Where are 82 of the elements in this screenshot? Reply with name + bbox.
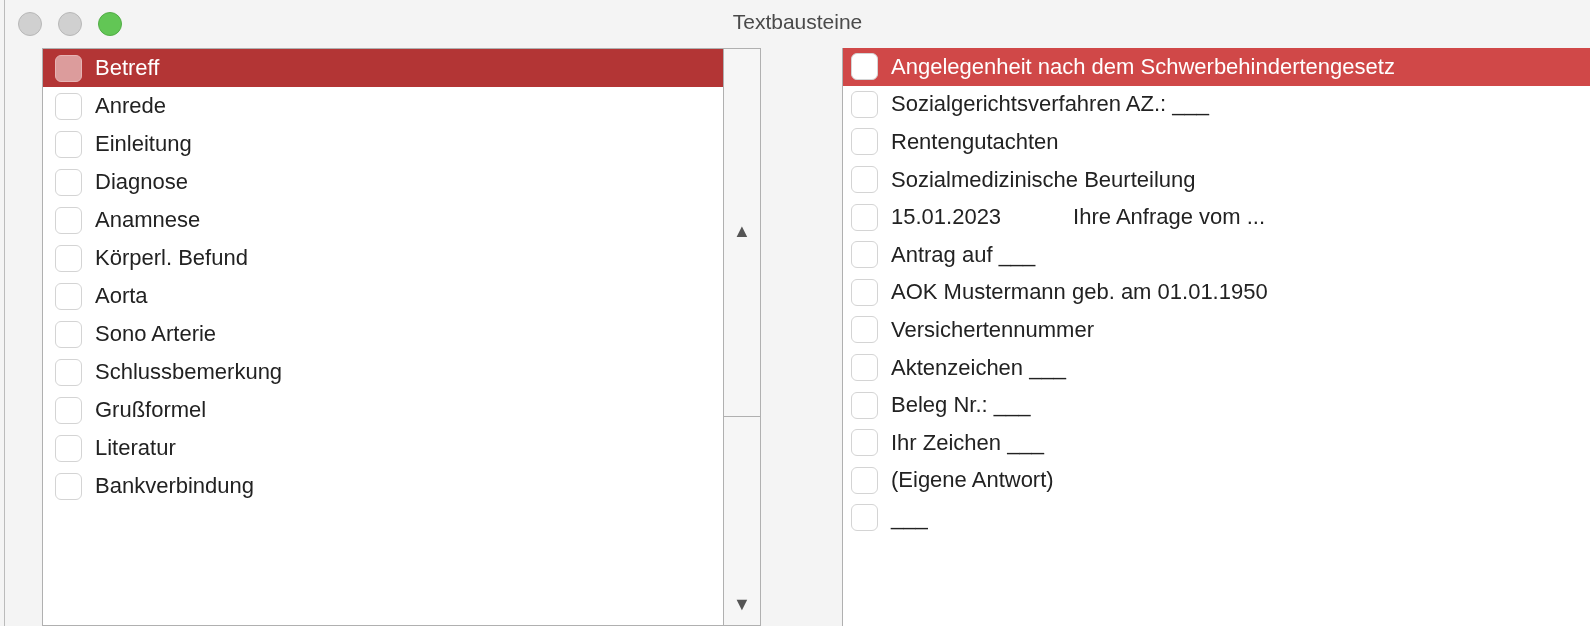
list-item[interactable]: 15.01.2023 Ihre Anfrage vom ... (843, 198, 1590, 236)
item-label: Körperl. Befund (95, 245, 248, 271)
list-item[interactable]: Beleg Nr.: ___ (843, 386, 1590, 424)
item-label: Anrede (95, 93, 166, 119)
list-item[interactable]: Aktenzeichen ___ (843, 348, 1590, 387)
checkbox[interactable] (55, 358, 82, 386)
checkbox[interactable] (55, 396, 82, 424)
item-label: Schlussbemerkung (95, 359, 283, 385)
checkbox[interactable] (851, 128, 878, 156)
item-label: Versichertennummer (891, 316, 1094, 343)
item-label: Diagnose (95, 169, 188, 195)
scroll-down-button[interactable]: ▼ (733, 595, 751, 613)
list-item[interactable]: Aorta (43, 277, 723, 315)
item-label: Sozialmedizinische Beurteilung (891, 166, 1196, 193)
checkbox[interactable] (55, 282, 82, 310)
list-item[interactable]: Rentengutachten (843, 123, 1590, 161)
list-item[interactable]: Antrag auf ___ (843, 235, 1590, 274)
item-label: (Eigene Antwort) (891, 467, 1054, 494)
checkbox[interactable] (55, 92, 82, 120)
checkbox[interactable] (55, 472, 82, 500)
list-item[interactable]: Angelegenheit nach dem Schwerbehindertengesetz (843, 48, 1590, 86)
list-item[interactable]: Ihr Zeichen ___ (843, 423, 1590, 462)
list-item[interactable]: Versichertennummer (843, 311, 1590, 349)
list-item[interactable]: Literatur (43, 429, 723, 467)
checkbox[interactable] (851, 504, 878, 532)
checkbox[interactable] (55, 130, 82, 158)
item-label: ___ (891, 504, 928, 531)
checkbox[interactable] (851, 241, 878, 269)
list-item[interactable]: Betreff (43, 49, 723, 87)
checkbox[interactable] (851, 278, 878, 306)
checkbox[interactable] (851, 429, 878, 457)
item-label: AOK Mustermann geb. am 01.01.1950 (891, 279, 1268, 306)
item-label: Aorta (95, 283, 148, 309)
checkbox[interactable] (55, 168, 82, 196)
list-item[interactable]: Anamnese (43, 201, 723, 239)
checkbox[interactable] (55, 320, 82, 348)
list-item[interactable]: Sozialmedizinische Beurteilung (843, 160, 1590, 199)
checkbox[interactable] (851, 203, 878, 231)
item-label: Antrag auf ___ (891, 241, 1036, 268)
item-label: Ihr Zeichen ___ (891, 429, 1044, 456)
checkbox[interactable] (851, 466, 878, 494)
list-item[interactable]: Anrede (43, 87, 723, 125)
item-label: Grußformel (95, 397, 207, 423)
checkbox[interactable] (55, 206, 82, 234)
item-label: Beleg Nr.: ___ (891, 392, 1031, 419)
checkbox[interactable] (851, 354, 878, 382)
scroll-up-button[interactable]: ▲ (733, 222, 751, 240)
list-item[interactable]: Schlussbemerkung (43, 353, 723, 391)
list-item[interactable]: AOK Mustermann geb. am 01.01.1950 (843, 273, 1590, 312)
item-label: Rentengutachten (891, 129, 1059, 155)
list-item[interactable]: Einleitung (43, 125, 723, 163)
item-label: Literatur (95, 435, 176, 461)
item-label: Ihre Anfrage vom ... (1073, 204, 1266, 231)
item-label: Einleitung (95, 131, 192, 157)
checkbox[interactable] (55, 244, 82, 272)
window-title: Textbausteine (732, 10, 863, 34)
list-item[interactable]: Körperl. Befund (43, 239, 723, 277)
checkbox[interactable] (55, 54, 82, 82)
item-label: Sono Arterie (95, 321, 217, 347)
checkbox[interactable] (851, 316, 878, 344)
zoom-button[interactable] (98, 12, 122, 36)
list-item[interactable]: Bankverbindung (43, 467, 723, 505)
checkbox[interactable] (851, 166, 878, 194)
close-button[interactable] (18, 12, 42, 36)
item-label: Bankverbindung (95, 473, 254, 499)
minimize-button[interactable] (58, 12, 82, 36)
item-label: Angelegenheit nach dem Schwerbehindertengesetz (891, 53, 1395, 80)
checkbox[interactable] (851, 53, 878, 81)
list-item[interactable]: ___ (843, 499, 1590, 537)
checkbox[interactable] (851, 90, 878, 118)
item-label: 15.01.2023 (891, 204, 1002, 231)
item-label: Aktenzeichen ___ (891, 354, 1066, 381)
list-item[interactable]: Sozialgerichtsverfahren AZ.: ___ (843, 85, 1590, 124)
item-label: Betreff (95, 55, 160, 81)
checkbox[interactable] (55, 434, 82, 462)
list-item[interactable]: Sono Arterie (43, 315, 723, 353)
list-item[interactable]: Diagnose (43, 163, 723, 201)
checkbox[interactable] (851, 391, 878, 419)
item-label: Anamnese (95, 207, 201, 233)
list-item[interactable]: (Eigene Antwort) (843, 461, 1590, 500)
list-item[interactable]: Grußformel (43, 391, 723, 429)
item-label: Sozialgerichtsverfahren AZ.: ___ (891, 91, 1209, 118)
